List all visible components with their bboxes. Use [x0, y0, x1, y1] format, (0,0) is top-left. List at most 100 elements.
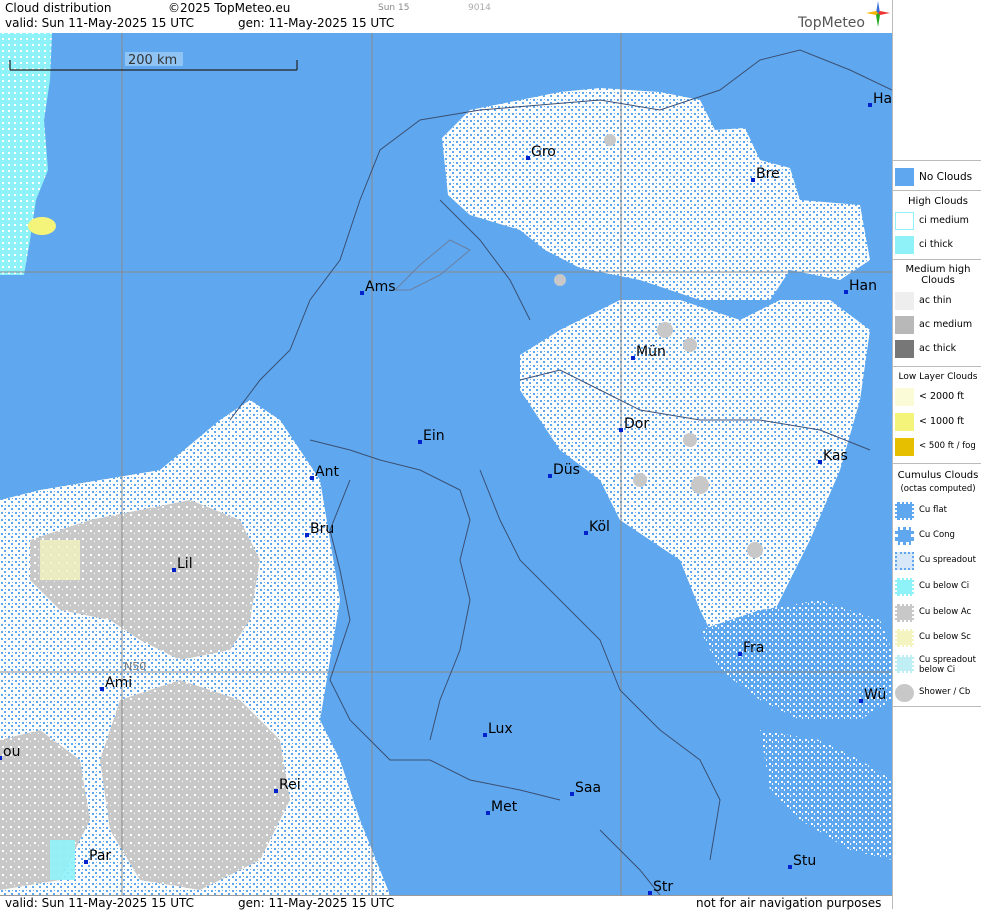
- city-dot: [788, 865, 792, 869]
- city-marker: Bre: [751, 166, 780, 182]
- legend-cu-flat: Cu flat: [893, 500, 983, 522]
- shower-swatch: [895, 684, 914, 702]
- legend-medium-title: Medium high Clouds: [905, 264, 971, 286]
- legend-cu-below-sc: Cu below Sc: [893, 627, 983, 649]
- city-marker: Gro: [526, 144, 556, 160]
- fog-swatch: [895, 438, 914, 456]
- legend-low-1000: < 1000 ft: [893, 411, 983, 433]
- legend-ac-medium: ac medium: [893, 314, 983, 336]
- city-dot: [818, 460, 822, 464]
- legend-cu-spreadout: Cu spreadout: [893, 550, 983, 572]
- city-label: Fra: [743, 640, 764, 656]
- topmeteo-logo-text: TopMeteo: [798, 15, 865, 31]
- legend-ci-medium: ci medium: [893, 210, 983, 232]
- ci-medium-swatch: [895, 212, 914, 230]
- city-marker: Lux: [483, 721, 513, 737]
- city-marker: Dor: [619, 416, 649, 432]
- low-cloud-patch: [28, 217, 56, 235]
- city-dot: [619, 428, 623, 432]
- city-label: Düs: [553, 462, 580, 478]
- footer-valid-time: valid: Sun 11-May-2025 15 UTC: [5, 896, 194, 910]
- city-dot: [751, 178, 755, 182]
- city-dot: [274, 789, 278, 793]
- city-label: Bru: [310, 521, 334, 537]
- city-label: Köl: [589, 519, 610, 535]
- city-marker: Düs: [548, 462, 580, 478]
- ac-medium-swatch: [895, 316, 914, 334]
- city-dot: [310, 476, 314, 480]
- city-label: Ami: [105, 675, 132, 691]
- no-clouds-swatch: [895, 168, 914, 186]
- city-label: Lil: [177, 556, 193, 572]
- city-marker: ou: [0, 744, 20, 760]
- city-label: Mün: [636, 344, 666, 360]
- city-dot: [868, 103, 872, 107]
- city-marker: Ant: [310, 464, 339, 480]
- city-marker: Wü: [859, 687, 886, 703]
- city-dot: [844, 290, 848, 294]
- legend-ci-thick: ci thick: [893, 234, 983, 256]
- latitude-label: N50: [124, 660, 146, 673]
- cu-below-sc-swatch: [895, 629, 914, 647]
- city-dot: [859, 699, 863, 703]
- low-2000-swatch: [895, 388, 914, 406]
- cu-spread-ci-swatch: [895, 655, 914, 673]
- legend-cu-below-ci: Cu below Ci: [893, 576, 983, 598]
- compass-logo-icon: [866, 1, 890, 27]
- cu-spreadout-swatch: [895, 552, 914, 570]
- copyright-text: ©2025 TopMeteo.eu: [168, 1, 291, 15]
- legend-cu-spread-ci: Cu spreadout below Ci: [893, 653, 983, 681]
- ac-thin-swatch: [895, 292, 914, 310]
- small-label-1: Sun 15: [378, 3, 410, 13]
- legend-cu-title: Cumulus Clouds: [897, 470, 979, 481]
- city-marker: Ams: [360, 279, 396, 295]
- city-label: Ams: [365, 279, 396, 295]
- city-label: ou: [3, 744, 20, 760]
- city-dot: [0, 756, 2, 760]
- legend-ac-thin: ac thin: [893, 290, 983, 312]
- city-label: Lux: [488, 721, 513, 737]
- legend-cu-cong: Cu Cong: [893, 525, 983, 547]
- legend-low-2000: < 2000 ft: [893, 386, 983, 408]
- city-dot: [418, 440, 422, 444]
- map-footer: valid: Sun 11-May-2025 15 UTC gen: 11-Ma…: [0, 895, 892, 910]
- city-label: Ha: [873, 91, 892, 107]
- city-dot: [526, 156, 530, 160]
- city-dot: [100, 687, 104, 691]
- cu-cong-swatch: [895, 527, 914, 545]
- cu-below-ci-swatch: [895, 578, 914, 596]
- legend-shower: Shower / Cb: [893, 682, 983, 704]
- city-marker: Ami: [100, 675, 132, 691]
- cloud-map[interactable]: 200 km N50 Gro Bre Ha Ams Han Mün Ein Dor Kas Ant…: [0, 33, 892, 895]
- city-dot: [570, 792, 574, 796]
- valid-time: valid: Sun 11-May-2025 15 UTC: [5, 16, 194, 30]
- city-label: Ant: [315, 464, 339, 480]
- city-label: Str: [653, 879, 673, 895]
- legend-divider: [893, 160, 981, 161]
- city-dot: [305, 533, 309, 537]
- scale-label: 200 km: [128, 53, 177, 68]
- city-marker: Saa: [570, 780, 601, 796]
- city-dot: [584, 531, 588, 535]
- disclaimer-text: not for air navigation purposes: [696, 896, 882, 910]
- small-label-2: 9014: [468, 3, 491, 13]
- cu-below-sc-patch: [40, 540, 80, 580]
- generated-time: gen: 11-May-2025 15 UTC: [238, 16, 395, 30]
- city-label: Kas: [823, 448, 848, 464]
- legend-panel: No Clouds High Clouds ci medium ci thick…: [892, 0, 983, 909]
- map-title: Cloud distribution: [5, 1, 112, 15]
- city-marker: Kas: [818, 448, 848, 464]
- city-label: Gro: [531, 144, 556, 160]
- cu-below-ci-patch: [50, 840, 75, 880]
- legend-high-title: High Clouds: [908, 196, 968, 207]
- city-label: Ein: [423, 428, 445, 444]
- legend-cu-subtitle: (octas computed): [900, 484, 976, 494]
- city-dot: [360, 291, 364, 295]
- legend-fog: < 500 ft / fog: [893, 436, 983, 458]
- city-dot: [486, 811, 490, 815]
- city-label: Bre: [756, 166, 780, 182]
- city-dot: [548, 474, 552, 478]
- city-label: Saa: [575, 780, 601, 796]
- city-label: Dor: [624, 416, 649, 432]
- low-1000-swatch: [895, 413, 914, 431]
